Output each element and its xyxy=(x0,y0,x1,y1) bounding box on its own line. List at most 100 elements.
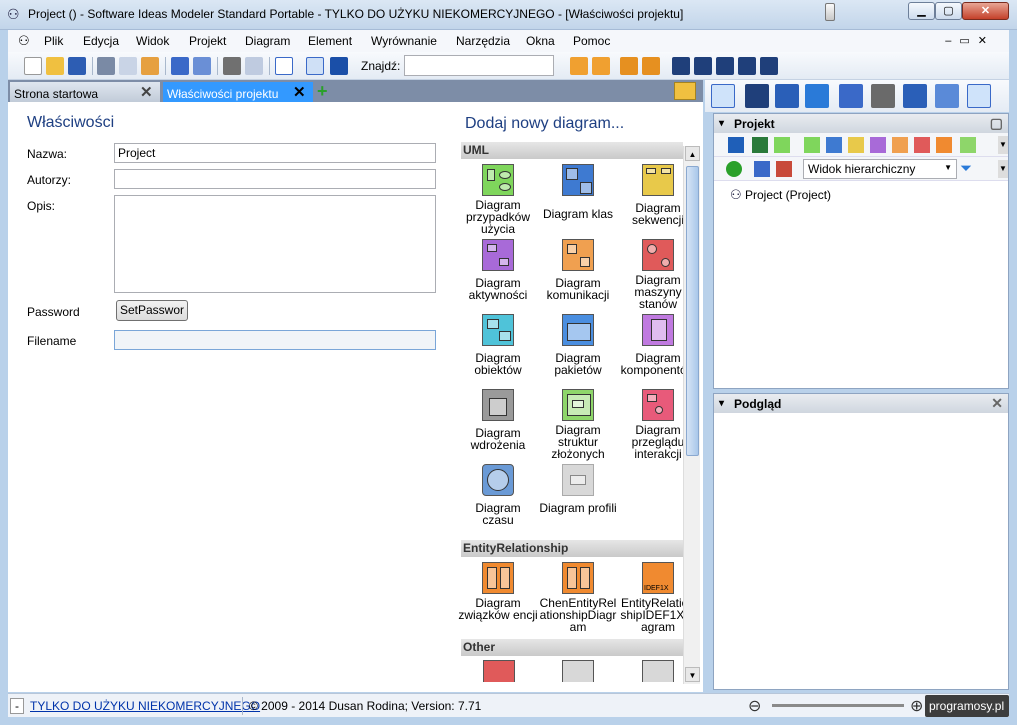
close-tab-icon[interactable]: ✕ xyxy=(140,83,153,101)
align-right-icon[interactable] xyxy=(592,57,610,75)
project-tree-icon[interactable] xyxy=(711,84,735,108)
menu-pomoc[interactable]: Pomoc xyxy=(573,34,610,48)
menu-projekt[interactable]: Projekt xyxy=(189,34,226,48)
diagram-scrollbar[interactable]: ▲ ▼ xyxy=(683,146,700,684)
menu-edycja[interactable]: Edycja xyxy=(83,34,119,48)
menu-wyrownanie[interactable]: Wyrównanie xyxy=(371,34,437,48)
close-panel-icon[interactable]: ✕ xyxy=(991,395,1003,412)
state-icon[interactable] xyxy=(914,137,930,153)
send-back-icon[interactable] xyxy=(760,57,778,75)
menu-diagram[interactable]: Diagram xyxy=(245,34,290,48)
toolbar-overflow-icon[interactable]: ▼ xyxy=(998,160,1008,178)
tab-wlasciwosci-projektu[interactable]: Właściwości projektu ✕ xyxy=(163,82,313,102)
name-input[interactable] xyxy=(114,143,436,163)
er-icon[interactable] xyxy=(936,137,952,153)
refresh-icon[interactable] xyxy=(726,161,742,177)
layers-icon[interactable] xyxy=(903,84,927,108)
add-item-icon[interactable] xyxy=(728,137,744,153)
align-bottom-icon[interactable] xyxy=(642,57,660,75)
zoom-slider-thumb[interactable] xyxy=(825,3,835,21)
maximize-button[interactable]: ▢ xyxy=(935,2,962,20)
sequence-icon[interactable] xyxy=(848,137,864,153)
pin-icon[interactable]: ▾ xyxy=(719,118,724,129)
use-case-icon[interactable] xyxy=(804,137,820,153)
print-preview-icon[interactable] xyxy=(245,57,263,75)
new-icon[interactable] xyxy=(24,57,42,75)
align-top-icon[interactable] xyxy=(620,57,638,75)
close-tab-icon[interactable]: ✕ xyxy=(293,83,306,101)
minimize-button[interactable]: ▁ xyxy=(908,2,935,20)
tree-item-project[interactable]: ⚇ Project (Project) xyxy=(730,187,831,203)
diagram-use-case[interactable]: Diagram przypadków użycia xyxy=(458,164,538,235)
diagram-class[interactable]: Diagram klas xyxy=(538,164,618,220)
license-link[interactable]: TYLKO DO UŻYKU NIEKOMERCYJNEGO xyxy=(30,699,260,713)
diagram-composite-structure[interactable]: Diagram struktur złożonych xyxy=(538,389,618,460)
set-password-button[interactable]: SetPasswor xyxy=(116,300,188,321)
paste-icon[interactable] xyxy=(141,57,159,75)
diagram-communication[interactable]: Diagram komunikacji xyxy=(538,239,618,301)
distribute-icon[interactable] xyxy=(672,57,690,75)
format-icon[interactable] xyxy=(805,84,829,108)
menu-narzedzia[interactable]: Narzędzia xyxy=(456,34,510,48)
tab-menu-icon[interactable] xyxy=(674,82,696,100)
scroll-down-icon[interactable]: ▼ xyxy=(685,667,700,682)
scroll-thumb[interactable] xyxy=(686,166,699,456)
menu-plik[interactable]: Plik xyxy=(44,34,63,48)
styles-icon[interactable] xyxy=(839,84,863,108)
filename-input[interactable] xyxy=(114,330,436,350)
print-icon[interactable] xyxy=(223,57,241,75)
snap-icon[interactable] xyxy=(306,57,324,75)
diagram-profile[interactable]: Diagram profili xyxy=(538,464,618,514)
scroll-up-icon[interactable]: ▲ xyxy=(685,146,700,161)
structure-icon[interactable] xyxy=(960,137,976,153)
diagram-package[interactable]: Diagram pakietów xyxy=(538,314,618,376)
activity-icon[interactable] xyxy=(870,137,886,153)
toolbox-icon[interactable] xyxy=(775,84,799,108)
pin-icon[interactable]: ▾ xyxy=(719,398,724,409)
close-button[interactable]: ✕ xyxy=(962,2,1009,20)
copy-icon[interactable] xyxy=(119,57,137,75)
filter-icon[interactable]: ⏷ xyxy=(960,160,978,178)
save-icon[interactable] xyxy=(68,57,86,75)
restore-panel-icon[interactable]: ▢ xyxy=(990,115,1003,132)
info-icon[interactable] xyxy=(330,57,348,75)
diagram-object[interactable]: Diagram obiektów xyxy=(458,314,538,376)
diagram-chen-er[interactable]: ChenEntityRelationshipDiagram xyxy=(538,562,618,633)
mdi-window-buttons[interactable]: –▭✕ xyxy=(945,34,995,47)
menu-widok[interactable]: Widok xyxy=(136,34,169,48)
tab-strona-startowa[interactable]: Strona startowa ✕ xyxy=(10,82,160,102)
other-diagram-icon[interactable] xyxy=(483,660,515,682)
resize-icon[interactable] xyxy=(716,57,734,75)
cut-icon[interactable] xyxy=(97,57,115,75)
add-tab-icon[interactable]: + xyxy=(317,82,328,100)
zoom-out-icon[interactable]: ⊖ xyxy=(748,696,761,716)
zoom-slider[interactable] xyxy=(772,704,904,707)
menu-element[interactable]: Element xyxy=(308,34,352,48)
toolbar-overflow-icon[interactable]: ▼ xyxy=(998,136,1008,154)
add-folder-icon[interactable] xyxy=(752,137,768,153)
bring-front-icon[interactable] xyxy=(738,57,756,75)
view-mode-select[interactable]: Widok hierarchiczny ▼ xyxy=(803,159,957,179)
open-icon[interactable] xyxy=(46,57,64,75)
find-icon[interactable] xyxy=(967,84,991,108)
class-icon[interactable] xyxy=(826,137,842,153)
expand-all-icon[interactable] xyxy=(754,161,770,177)
zoom-in-icon[interactable]: ⊕ xyxy=(910,696,923,716)
status-toggle-button[interactable]: - xyxy=(10,698,24,714)
other-diagram-icon[interactable] xyxy=(642,660,674,682)
add-diagram-icon[interactable] xyxy=(774,137,790,153)
description-input[interactable] xyxy=(114,195,436,293)
document-icon[interactable]: ⚇ xyxy=(18,33,30,49)
distribute-vertical-icon[interactable] xyxy=(694,57,712,75)
properties-icon[interactable] xyxy=(871,84,895,108)
find-input[interactable] xyxy=(404,55,554,76)
diagram-timing[interactable]: Diagram czasu xyxy=(458,464,538,526)
diagram-entity-relationship[interactable]: Diagram związków encji xyxy=(458,562,538,621)
outline-icon[interactable] xyxy=(745,84,769,108)
authors-input[interactable] xyxy=(114,169,436,189)
diagram-activity[interactable]: Diagram aktywności xyxy=(458,239,538,301)
redo-icon[interactable] xyxy=(193,57,211,75)
checklist-icon[interactable] xyxy=(935,84,959,108)
collapse-all-icon[interactable] xyxy=(776,161,792,177)
align-left-icon[interactable] xyxy=(570,57,588,75)
